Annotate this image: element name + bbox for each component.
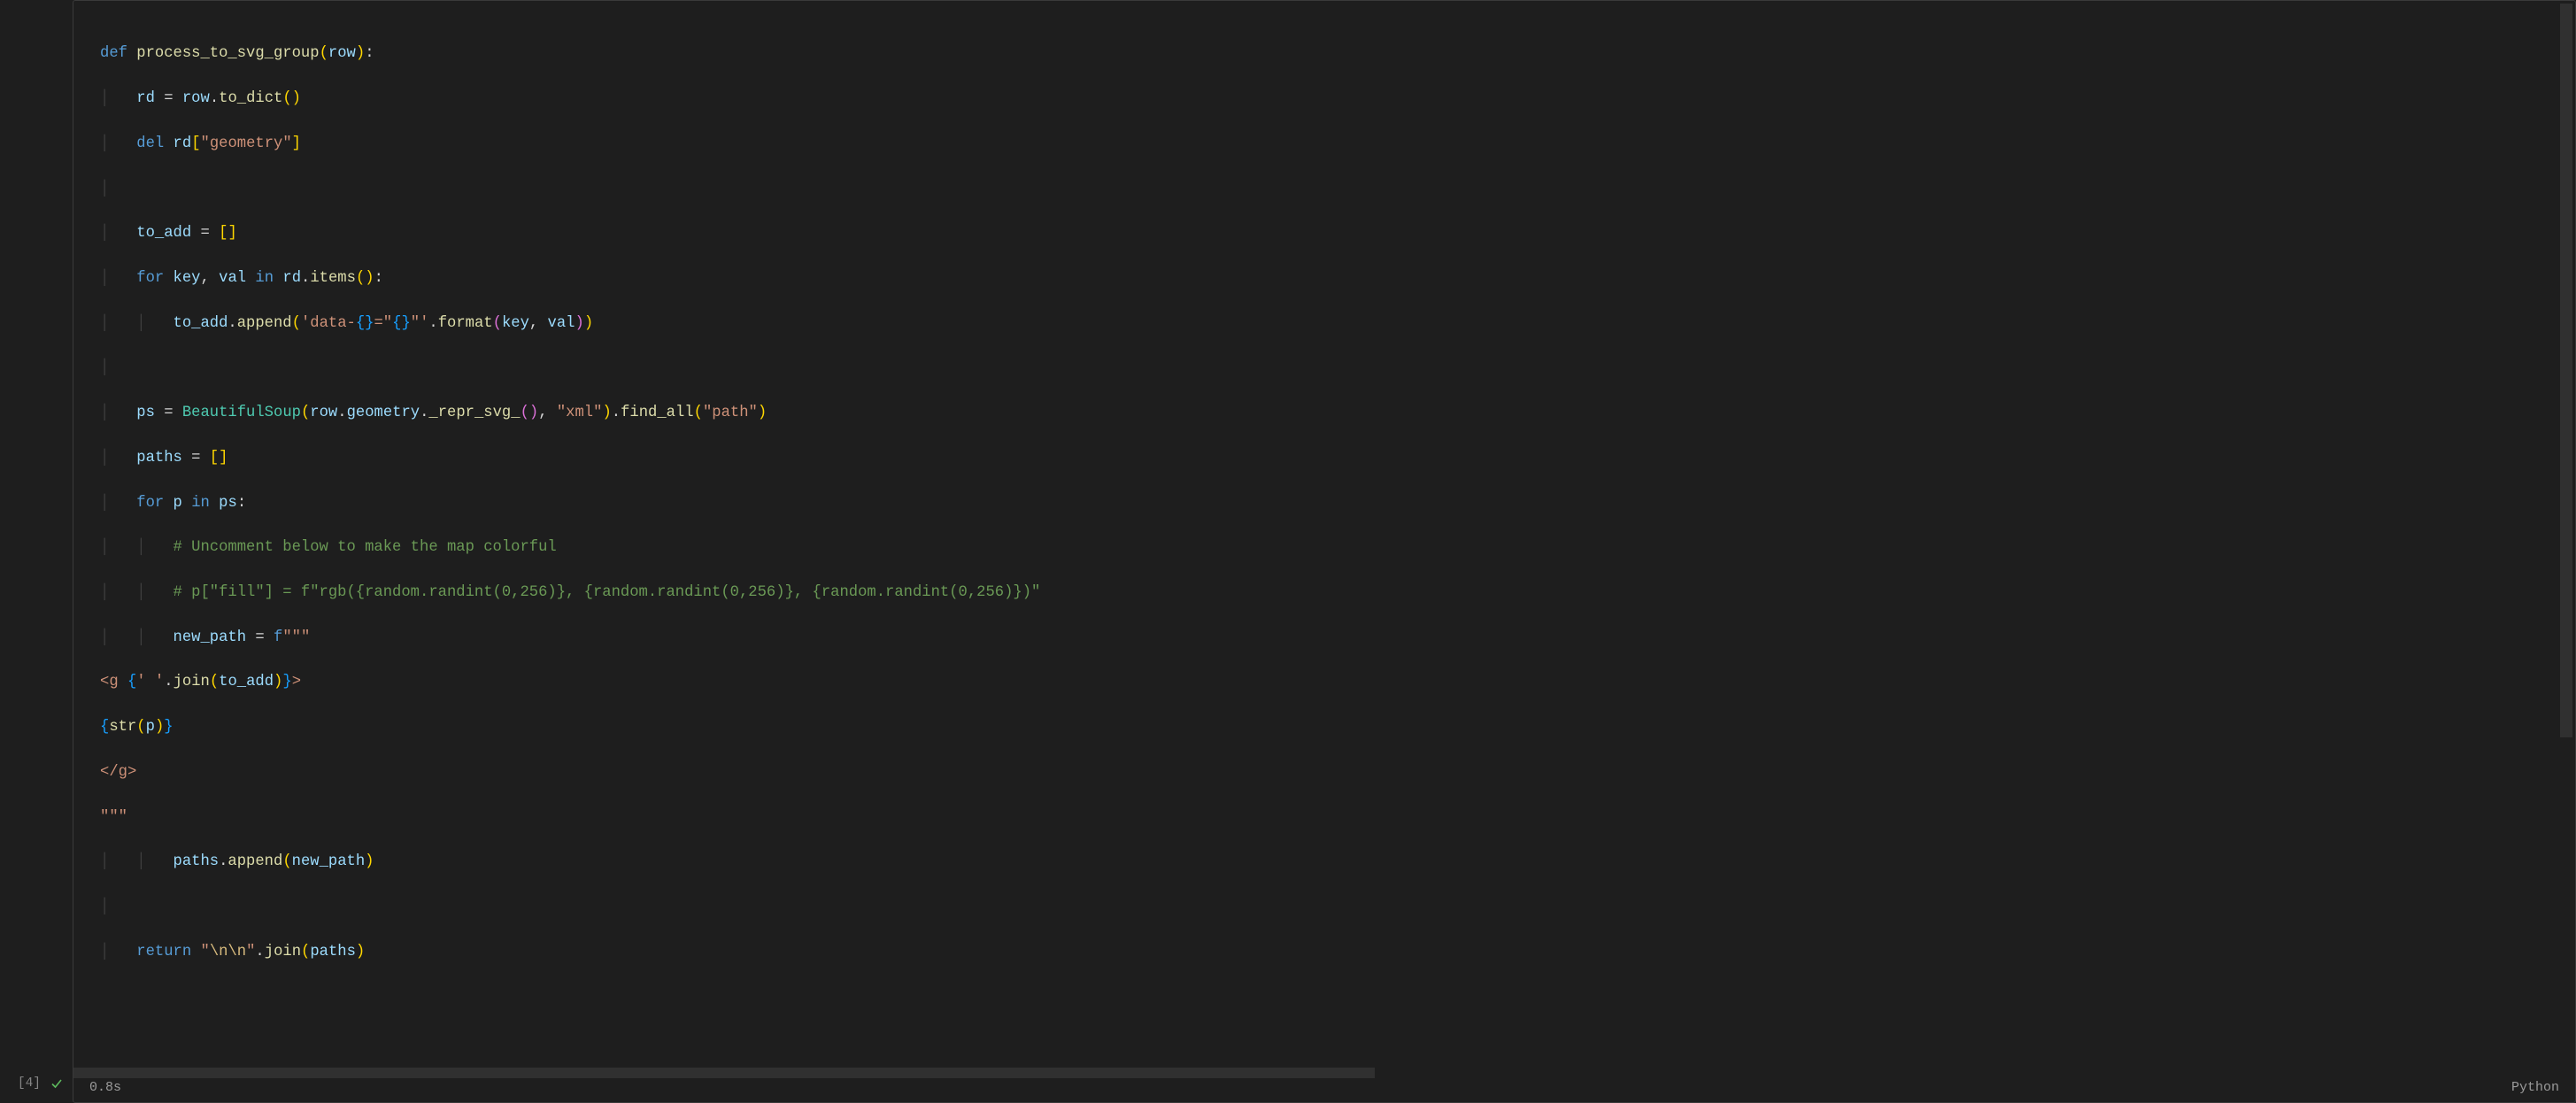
notebook-cell: [4] def process_to_svg_group(row): │ rd …: [0, 0, 2576, 1103]
cell-gutter: [4]: [0, 0, 73, 1103]
execution-count: [4]: [18, 1076, 41, 1091]
horizontal-scrollbar-thumb[interactable]: [73, 1068, 1375, 1078]
cell-language-label[interactable]: Python: [2511, 1080, 2559, 1095]
vertical-scrollbar[interactable]: [2560, 4, 2572, 1052]
vertical-scrollbar-thumb[interactable]: [2560, 4, 2572, 737]
keyword-def: def: [100, 45, 127, 62]
comment: # p["fill"] = f"rgb({random.randint(0,25…: [174, 584, 1041, 601]
success-check-icon: [50, 1076, 64, 1091]
code-content[interactable]: def process_to_svg_group(row): │ rd = ro…: [73, 1, 2575, 1078]
cell-statusbar: 0.8s Python: [73, 1078, 2575, 1102]
fn-name: process_to_svg_group: [136, 45, 319, 62]
comment: # Uncomment below to make the map colorf…: [174, 539, 557, 556]
cell-duration: 0.8s: [89, 1080, 121, 1095]
code-editor[interactable]: def process_to_svg_group(row): │ rd = ro…: [73, 0, 2576, 1103]
horizontal-scrollbar[interactable]: [73, 1068, 2575, 1078]
